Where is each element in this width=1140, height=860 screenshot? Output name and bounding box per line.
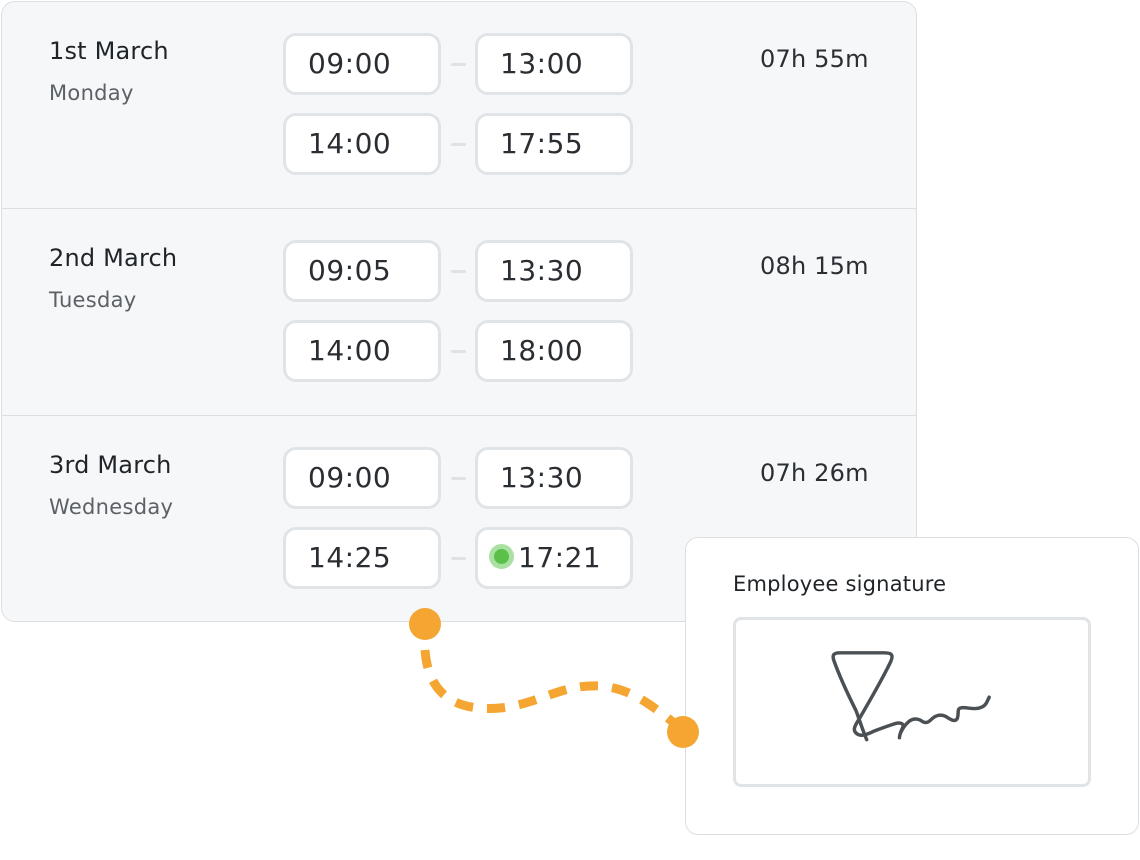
connector-line: [420, 649, 681, 730]
shift-end-input[interactable]: 13:30: [475, 447, 633, 509]
shift-end-input[interactable]: 18:00: [475, 320, 633, 382]
day-row: 2nd March Tuesday 09:05 13:30 14:00 18:0…: [2, 209, 916, 416]
time-range-separator: [451, 477, 466, 480]
shift-end-input[interactable]: 17:55: [475, 113, 633, 175]
shift-start-input[interactable]: 14:25: [283, 527, 441, 589]
day-row: 1st March Monday 09:00 13:00 14:00 17:55…: [2, 2, 916, 209]
day-total-hours: 07h 55m: [760, 45, 869, 73]
day-weekday: Tuesday: [49, 288, 137, 312]
signature-drawing-icon: [831, 651, 991, 742]
signature-stroke: [831, 651, 991, 742]
day-date: 2nd March: [49, 244, 178, 272]
shift-end-value: 17:21: [518, 541, 602, 574]
day-date: 3rd March: [49, 451, 172, 479]
shift-start-input[interactable]: 09:05: [283, 240, 441, 302]
time-range-separator: [451, 143, 466, 146]
time-range-separator: [451, 270, 466, 273]
time-range-separator: [451, 557, 466, 560]
live-status-dot-icon: [494, 548, 509, 564]
shift-start-input[interactable]: 09:00: [283, 447, 441, 509]
shift-end-input[interactable]: 13:00: [475, 33, 633, 95]
shift-start-input[interactable]: 09:00: [283, 33, 441, 95]
shift-end-input-live[interactable]: 17:21: [475, 527, 633, 589]
shift-start-input[interactable]: 14:00: [283, 320, 441, 382]
day-total-hours: 07h 26m: [760, 459, 869, 487]
day-total-hours: 08h 15m: [760, 252, 869, 280]
time-range-separator: [451, 350, 466, 353]
signature-pad[interactable]: [733, 617, 1091, 787]
shift-end-input[interactable]: 13:30: [475, 240, 633, 302]
day-date: 1st March: [49, 37, 169, 65]
time-range-separator: [451, 63, 466, 66]
signature-card: Employee signature: [685, 537, 1139, 835]
signature-label: Employee signature: [733, 572, 947, 596]
timesheet-card: 1st March Monday 09:00 13:00 14:00 17:55…: [1, 1, 917, 622]
day-weekday: Monday: [49, 81, 134, 105]
day-weekday: Wednesday: [49, 495, 174, 519]
shift-start-input[interactable]: 14:00: [283, 113, 441, 175]
